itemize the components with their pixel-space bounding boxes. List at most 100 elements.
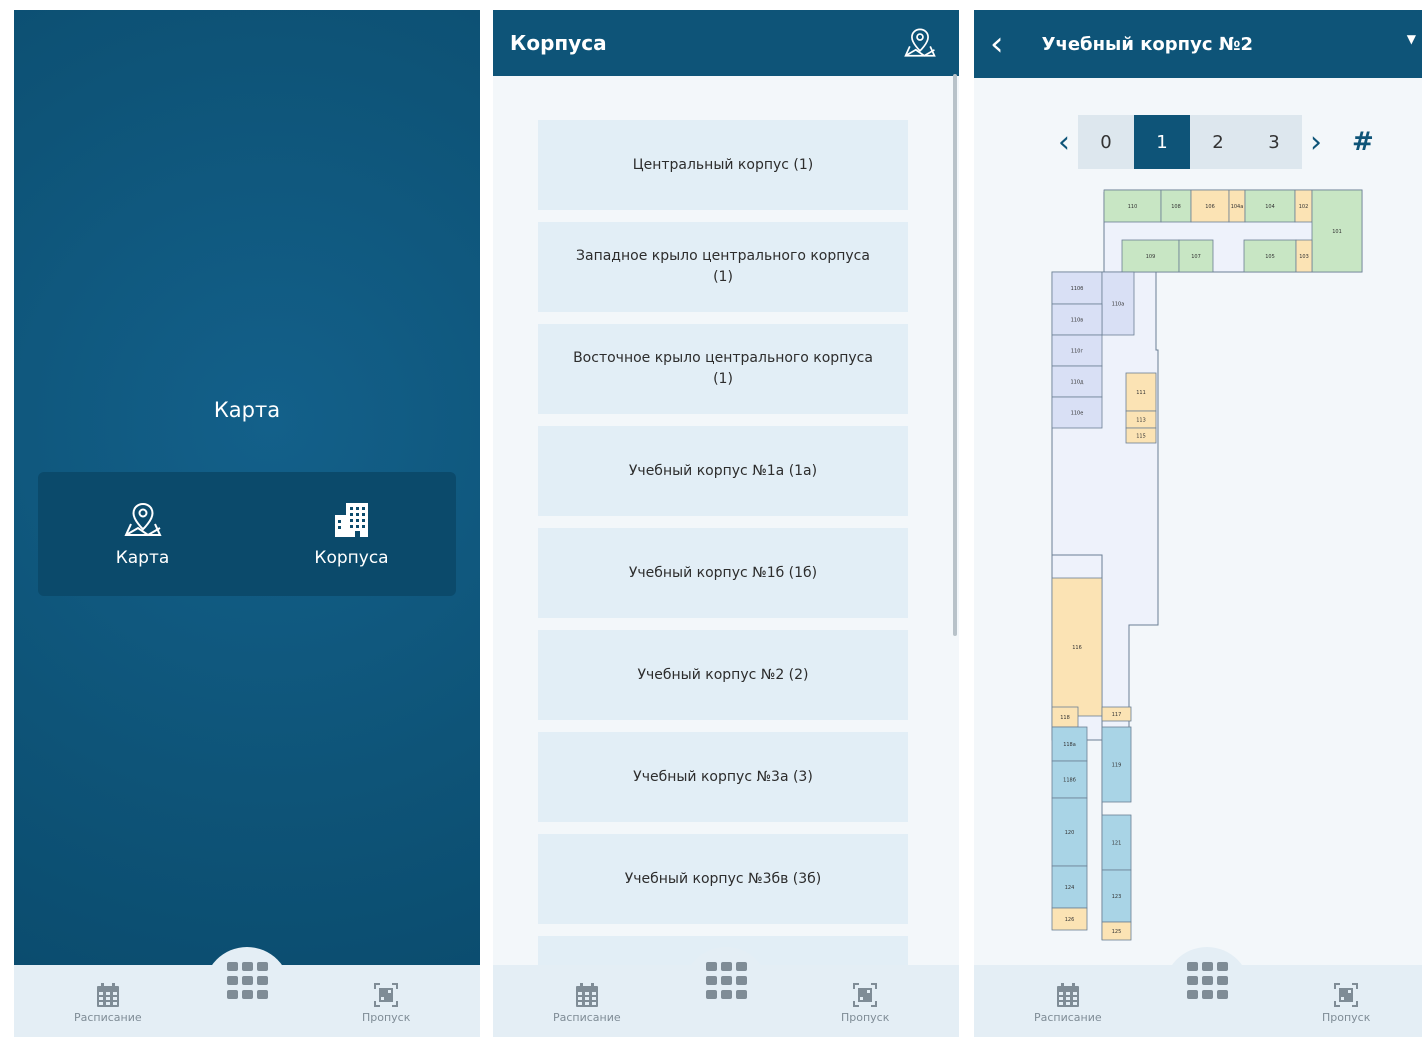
- list-item[interactable]: Учебный корпус №1б (1б): [538, 528, 908, 618]
- floor-next-icon[interactable]: ›: [1302, 125, 1330, 160]
- buildings-tile[interactable]: Корпуса: [247, 472, 456, 596]
- room-label: 123: [1112, 894, 1122, 900]
- room-label: 119: [1112, 763, 1122, 769]
- floor-button[interactable]: 2: [1190, 115, 1246, 169]
- room-label: 110в: [1071, 318, 1084, 324]
- room-label: 118б: [1063, 778, 1076, 784]
- grid-menu-icon: [1187, 962, 1228, 999]
- floor-button[interactable]: 3: [1246, 115, 1302, 169]
- map-tile-label: Карта: [115, 548, 170, 568]
- grid-menu-icon: [227, 962, 268, 999]
- room-label: 115: [1136, 434, 1146, 440]
- floor-button-active[interactable]: 1: [1134, 115, 1190, 169]
- room-label: 110а: [1112, 302, 1125, 308]
- building-icon: [334, 503, 368, 537]
- list-item-label: Западное крыло центрального корпуса (1): [576, 248, 870, 285]
- room-label: 113: [1136, 418, 1146, 424]
- schedule-nav-item[interactable]: Расписание: [1034, 981, 1102, 1024]
- room-label: 120: [1065, 830, 1075, 836]
- buildings-list-screen: Корпуса Центральный корпус (1) Западное …: [493, 10, 959, 1037]
- room-label: 110д: [1070, 380, 1084, 386]
- room-label: 110: [1128, 204, 1138, 210]
- scrollbar[interactable]: [953, 74, 957, 636]
- room-label: 121: [1112, 841, 1122, 847]
- qr-code-icon: [853, 983, 878, 1007]
- floor-plan-screen: ‹ Учебный корпус №2 ▼ ‹ 0 1 2 3 › # 110 1…: [974, 10, 1422, 1037]
- room-label: 102: [1299, 204, 1309, 210]
- grid-menu-button[interactable]: [1164, 947, 1250, 1033]
- calendar-icon: [575, 983, 598, 1007]
- room-label: 104а: [1231, 204, 1244, 210]
- list-item[interactable]: Центральный корпус (1): [538, 120, 908, 210]
- back-arrow-icon[interactable]: ‹: [990, 24, 1004, 64]
- pass-label: Пропуск: [841, 1011, 890, 1024]
- grid-menu-button[interactable]: [683, 947, 769, 1033]
- list-item-label: Восточное крыло центрального корпуса (1): [573, 350, 873, 387]
- list-item-label: Учебный корпус №1б (1б): [628, 564, 818, 581]
- calendar-icon: [96, 983, 119, 1007]
- map-pin-icon: [123, 502, 162, 537]
- bottom-nav: Расписание Пропуск: [974, 947, 1422, 1037]
- room-label: 124: [1065, 885, 1075, 891]
- pass-nav-item[interactable]: Пропуск: [362, 981, 410, 1024]
- room-label: 104: [1265, 204, 1275, 210]
- schedule-label: Расписание: [74, 1011, 142, 1024]
- schedule-nav-item[interactable]: Расписание: [553, 981, 621, 1024]
- chevron-down-icon[interactable]: ▼: [1407, 32, 1416, 46]
- room-label: 108: [1171, 204, 1181, 210]
- grid-menu-icon: [706, 962, 747, 999]
- room-label: 110б: [1071, 286, 1084, 292]
- map-pin-icon[interactable]: [903, 26, 937, 60]
- room-label: 125: [1112, 929, 1122, 935]
- list-item-label: Учебный корпус №1а (1а): [628, 462, 818, 479]
- bottom-nav: Расписание Пропуск: [493, 947, 959, 1037]
- room-label: 118: [1060, 715, 1070, 721]
- room-label: 117: [1112, 712, 1122, 718]
- list-item[interactable]: Учебный корпус №2 (2): [538, 630, 908, 720]
- bottom-nav: Расписание Пропуск: [14, 947, 480, 1037]
- list-item[interactable]: Учебный корпус №1а (1а): [538, 426, 908, 516]
- pass-nav-item[interactable]: Пропуск: [1322, 981, 1370, 1024]
- list-item-label: Учебный корпус №3бв (3б): [624, 870, 822, 887]
- room-label: 107: [1191, 254, 1201, 260]
- list-item[interactable]: Восточное крыло центрального корпуса (1): [538, 324, 908, 414]
- list-item-label: Центральный корпус (1): [632, 156, 814, 173]
- room-label: 106: [1205, 204, 1215, 210]
- room-label: 110г: [1071, 349, 1084, 355]
- qr-code-icon: [1334, 983, 1359, 1007]
- map-tile[interactable]: Карта: [38, 472, 247, 596]
- list-item[interactable]: Учебный корпус №3бв (3б): [538, 834, 908, 924]
- floor-selector: ‹ 0 1 2 3 › #: [1050, 115, 1374, 169]
- grid-menu-button[interactable]: [204, 947, 290, 1033]
- list-item[interactable]: Западное крыло центрального корпуса (1): [538, 222, 908, 312]
- floor-plan: 110 108 106 104а 104 102 101 109 107 105 103 110б 11…: [1051, 189, 1363, 941]
- room-label: 110е: [1071, 411, 1084, 417]
- pass-label: Пропуск: [362, 1011, 411, 1024]
- floor-button[interactable]: 0: [1078, 115, 1134, 169]
- buildings-tile-label: Корпуса: [314, 548, 389, 568]
- header: ‹ Учебный корпус №2 ▼: [974, 10, 1422, 78]
- page-title: Учебный корпус №2: [1041, 33, 1253, 55]
- room-label: 101: [1332, 229, 1342, 235]
- list-item-label: Учебный корпус №2 (2): [637, 666, 809, 683]
- list-item[interactable]: Учебный корпус №3а (3): [538, 732, 908, 822]
- menu-tiles: Карта Корпуса: [38, 472, 456, 596]
- map-home-screen: Карта Карта Корпуса Расписание Пропуск: [14, 10, 480, 1037]
- room-label: 111: [1136, 390, 1146, 396]
- page-title: Корпуса: [510, 31, 607, 55]
- calendar-icon: [1056, 983, 1079, 1007]
- schedule-label: Расписание: [1034, 1011, 1102, 1024]
- floor-prev-icon[interactable]: ‹: [1050, 125, 1078, 160]
- room-label: 103: [1299, 254, 1309, 260]
- room-label: 116: [1072, 645, 1082, 651]
- pass-label: Пропуск: [1322, 1011, 1371, 1024]
- grid-toggle-icon[interactable]: #: [1352, 127, 1374, 157]
- buildings-list: Центральный корпус (1) Западное крыло це…: [538, 120, 908, 1037]
- pass-nav-item[interactable]: Пропуск: [841, 981, 889, 1024]
- room-label: 126: [1065, 917, 1075, 923]
- room-label: 105: [1265, 254, 1275, 260]
- page-title: Карта: [213, 398, 281, 422]
- room-label: 109: [1146, 254, 1156, 260]
- qr-code-icon: [374, 983, 399, 1007]
- schedule-nav-item[interactable]: Расписание: [74, 981, 142, 1024]
